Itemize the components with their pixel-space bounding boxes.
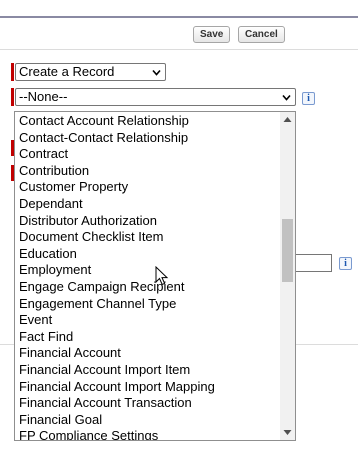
scroll-up-arrow-icon[interactable] <box>283 116 292 123</box>
dropdown-option[interactable]: Contact Account Relationship <box>19 113 215 130</box>
cancel-button[interactable]: Cancel <box>238 26 285 43</box>
required-indicator <box>11 63 14 81</box>
dropdown-option[interactable]: Contact-Contact Relationship <box>19 130 215 147</box>
dropdown-option[interactable]: Financial Account <box>19 345 215 362</box>
chevron-down-icon <box>282 94 291 101</box>
action-select[interactable]: Create a Record <box>15 63 166 81</box>
object-select-value: --None-- <box>19 89 68 104</box>
dropdown-option[interactable]: Contract <box>19 146 215 163</box>
dropdown-option[interactable]: Engagement Channel Type <box>19 296 215 313</box>
dropdown-option[interactable]: Financial Goal <box>19 412 215 429</box>
dropdown-option[interactable]: Financial Account Transaction <box>19 395 215 412</box>
header-bar <box>0 0 358 18</box>
scrollbar-thumb[interactable] <box>282 219 293 282</box>
dropdown-option[interactable]: Customer Property <box>19 179 215 196</box>
dropdown-option[interactable]: FP Compliance Settings <box>19 428 215 440</box>
dropdown-option[interactable]: Financial Account Import Item <box>19 362 215 379</box>
section-divider <box>0 49 358 50</box>
dropdown-option[interactable]: Financial Account Import Mapping <box>19 379 215 396</box>
action-select-value: Create a Record <box>19 64 115 79</box>
object-select[interactable]: --None-- <box>15 88 296 106</box>
dropdown-option[interactable]: Event <box>19 312 215 329</box>
chevron-down-icon <box>152 69 161 76</box>
dropdown-option[interactable]: Fact Find <box>19 329 215 346</box>
dropdown-option[interactable]: Engage Campaign Recipient <box>19 279 215 296</box>
scroll-down-arrow-icon[interactable] <box>283 429 292 436</box>
dropdown-option[interactable]: Distributor Authorization <box>19 213 215 230</box>
required-indicator <box>11 88 14 106</box>
info-icon[interactable]: i <box>302 92 315 105</box>
dropdown-option[interactable]: Contribution <box>19 163 215 180</box>
dropdown-options: Contact Account Relationship Contact-Cont… <box>19 113 215 440</box>
scrollbar[interactable] <box>280 112 295 440</box>
info-icon[interactable]: i <box>339 257 352 270</box>
text-input[interactable] <box>290 254 332 272</box>
dropdown-option[interactable]: Education <box>19 246 215 263</box>
mouse-cursor-icon <box>155 266 169 286</box>
save-button[interactable]: Save <box>193 26 231 43</box>
dropdown-option[interactable]: Document Checklist Item <box>19 229 215 246</box>
dropdown-option[interactable]: Dependant <box>19 196 215 213</box>
dropdown-option[interactable]: Employment <box>19 262 215 279</box>
